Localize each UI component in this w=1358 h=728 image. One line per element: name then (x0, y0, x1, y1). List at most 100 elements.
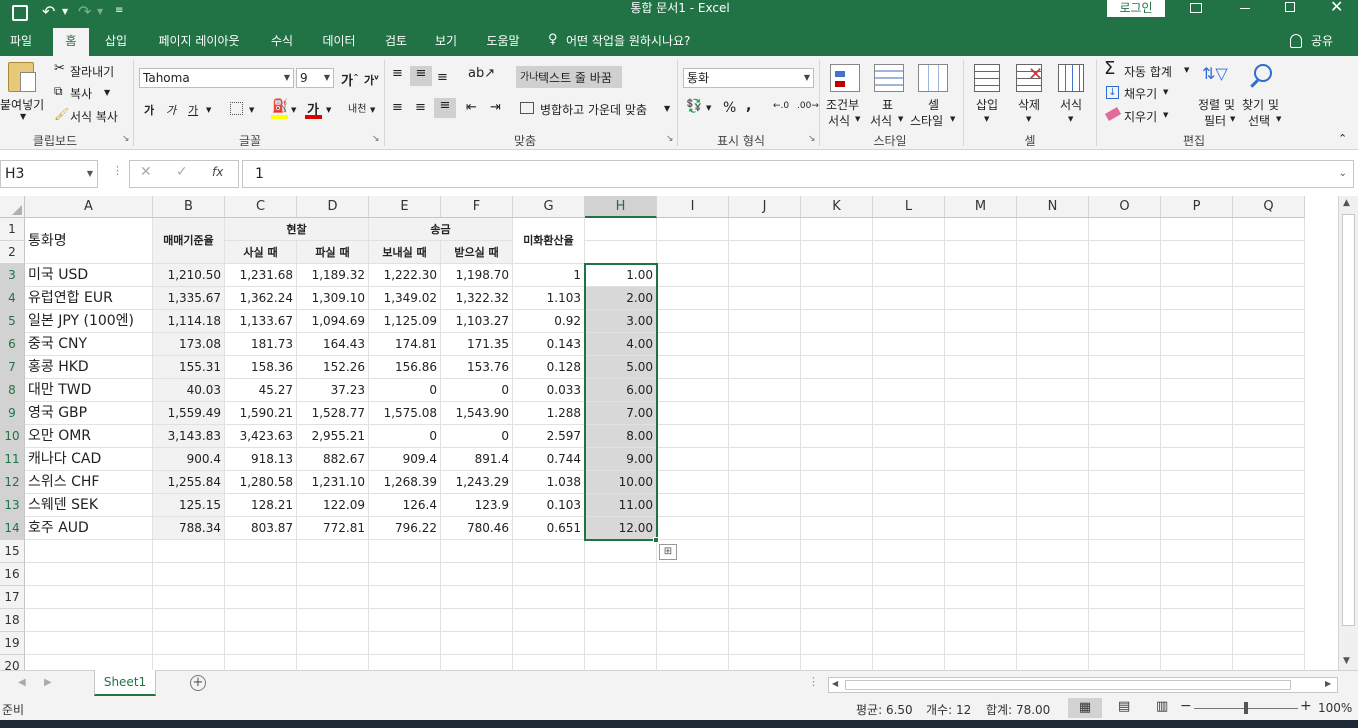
value-cell[interactable]: 1,349.02 (369, 287, 441, 310)
currency-name-cell[interactable]: 중국 CNY (25, 333, 153, 356)
zoom-slider-thumb[interactable] (1244, 702, 1248, 714)
grid-cell[interactable] (1233, 632, 1305, 655)
grid-cell[interactable] (729, 218, 801, 241)
value-cell[interactable]: 1,231.68 (225, 264, 297, 287)
header-cash[interactable]: 현찰 (225, 218, 369, 241)
grid-cell[interactable] (1089, 540, 1161, 563)
grid-cell[interactable] (153, 632, 225, 655)
value-cell[interactable]: 1,309.10 (297, 287, 369, 310)
value-cell[interactable]: 1,559.49 (153, 402, 225, 425)
grid-cell[interactable] (1161, 448, 1233, 471)
grid-cell[interactable] (1233, 425, 1305, 448)
font-size-select[interactable]: 9 ▼ (296, 68, 334, 88)
grid-cell[interactable] (153, 609, 225, 632)
grid-cell[interactable] (1161, 356, 1233, 379)
grid-cell[interactable] (1017, 632, 1089, 655)
currency-name-cell[interactable]: 호주 AUD (25, 517, 153, 540)
tab-review[interactable]: 검토 (378, 28, 414, 56)
column-header[interactable]: Q (1233, 196, 1305, 218)
value-cell[interactable]: 2,955.21 (297, 425, 369, 448)
column-header[interactable]: D (297, 196, 369, 218)
value-cell[interactable]: 37.23 (297, 379, 369, 402)
cancel-entry-icon[interactable]: ✕ (140, 164, 152, 180)
grid-cell[interactable] (1161, 494, 1233, 517)
grid-cell[interactable] (945, 379, 1017, 402)
grid-cell[interactable] (1161, 655, 1233, 670)
grid-cell[interactable] (657, 425, 729, 448)
ribbon-display-icon[interactable] (1190, 3, 1202, 13)
align-center-icon[interactable]: ≡ (415, 100, 426, 115)
grid-cell[interactable] (1017, 379, 1089, 402)
value-cell[interactable]: 3,423.63 (225, 425, 297, 448)
cell-styles-label-1[interactable]: 셀 (928, 96, 939, 113)
value-cell[interactable]: 2.597 (513, 425, 585, 448)
grid-cell[interactable] (513, 609, 585, 632)
grow-font-icon[interactable]: 가^ (341, 70, 359, 89)
autosum-dropdown-icon[interactable]: ▼ (1184, 66, 1189, 74)
signin-button[interactable]: 로그인 (1107, 0, 1165, 17)
value-cell[interactable]: 882.67 (297, 448, 369, 471)
row-header[interactable]: 8 (0, 379, 25, 402)
grid-cell[interactable] (25, 563, 153, 586)
conditional-format-icon[interactable] (830, 64, 860, 92)
undo-icon[interactable]: ↶ (42, 2, 55, 21)
grid-cell[interactable] (25, 632, 153, 655)
value-cell[interactable]: 1,133.67 (225, 310, 297, 333)
grid-cell[interactable] (585, 218, 657, 241)
tab-page-layout[interactable]: 페이지 레이아웃 (148, 28, 250, 56)
grid-cell[interactable] (25, 586, 153, 609)
value-cell[interactable]: 4.00 (585, 333, 657, 356)
status-sum[interactable]: 합계: 78.00 (986, 701, 1050, 718)
grid-cell[interactable] (873, 287, 945, 310)
number-launcher-icon[interactable]: ↘ (808, 134, 816, 144)
font-name-select[interactable]: Tahoma ▼ (139, 68, 294, 88)
find-select-label-2[interactable]: 선택 (1248, 112, 1270, 129)
column-header[interactable]: M (945, 196, 1017, 218)
grid-cell[interactable] (873, 402, 945, 425)
grid-cell[interactable] (297, 655, 369, 670)
grid-cell[interactable] (513, 563, 585, 586)
share-button[interactable]: 공유 (1306, 28, 1338, 56)
normal-view-icon[interactable]: ▦ (1068, 698, 1102, 718)
status-average[interactable]: 평균: 6.50 (856, 701, 913, 718)
value-cell[interactable]: 1.103 (513, 287, 585, 310)
grid-cell[interactable] (585, 632, 657, 655)
row-header[interactable]: 20 (0, 655, 25, 670)
fill-down-dropdown-icon[interactable]: ▼ (1163, 88, 1168, 96)
insert-function-icon[interactable]: fx (212, 165, 223, 179)
grid-cell[interactable] (729, 356, 801, 379)
confirm-entry-icon[interactable]: ✓ (176, 164, 188, 180)
grid-cell[interactable] (1233, 218, 1305, 241)
row-header[interactable]: 19 (0, 632, 25, 655)
grid-cell[interactable] (729, 655, 801, 670)
grid-cell[interactable] (153, 563, 225, 586)
grid-cell[interactable] (729, 448, 801, 471)
grid-cell[interactable] (873, 379, 945, 402)
value-cell[interactable]: 1,543.90 (441, 402, 513, 425)
grid-cell[interactable] (1089, 655, 1161, 670)
grid-cell[interactable] (1089, 241, 1161, 264)
grid-cell[interactable] (1017, 356, 1089, 379)
row-header[interactable]: 10 (0, 425, 25, 448)
column-header[interactable]: H (585, 196, 657, 218)
shrink-font-icon[interactable]: 가v (364, 72, 379, 88)
value-cell[interactable]: 8.00 (585, 425, 657, 448)
value-cell[interactable]: 6.00 (585, 379, 657, 402)
value-cell[interactable]: 1,222.30 (369, 264, 441, 287)
grid-cell[interactable] (1161, 379, 1233, 402)
currency-name-cell[interactable]: 스웨덴 SEK (25, 494, 153, 517)
currency-name-cell[interactable]: 유럽연합 EUR (25, 287, 153, 310)
tab-home[interactable]: 홈 (53, 28, 89, 56)
paste-button[interactable]: 붙여넣기 (0, 96, 44, 113)
grid-cell[interactable] (801, 540, 873, 563)
grid-cell[interactable] (1161, 632, 1233, 655)
grid-cell[interactable] (585, 241, 657, 264)
vertical-scrollbar[interactable]: ▲ ▼ (1338, 196, 1358, 670)
value-cell[interactable]: 1,280.58 (225, 471, 297, 494)
row-header[interactable]: 7 (0, 356, 25, 379)
grid-cell[interactable] (945, 632, 1017, 655)
grid-cell[interactable] (801, 563, 873, 586)
grid-cell[interactable] (801, 402, 873, 425)
grid-cell[interactable] (513, 655, 585, 670)
value-cell[interactable]: 1,322.32 (441, 287, 513, 310)
